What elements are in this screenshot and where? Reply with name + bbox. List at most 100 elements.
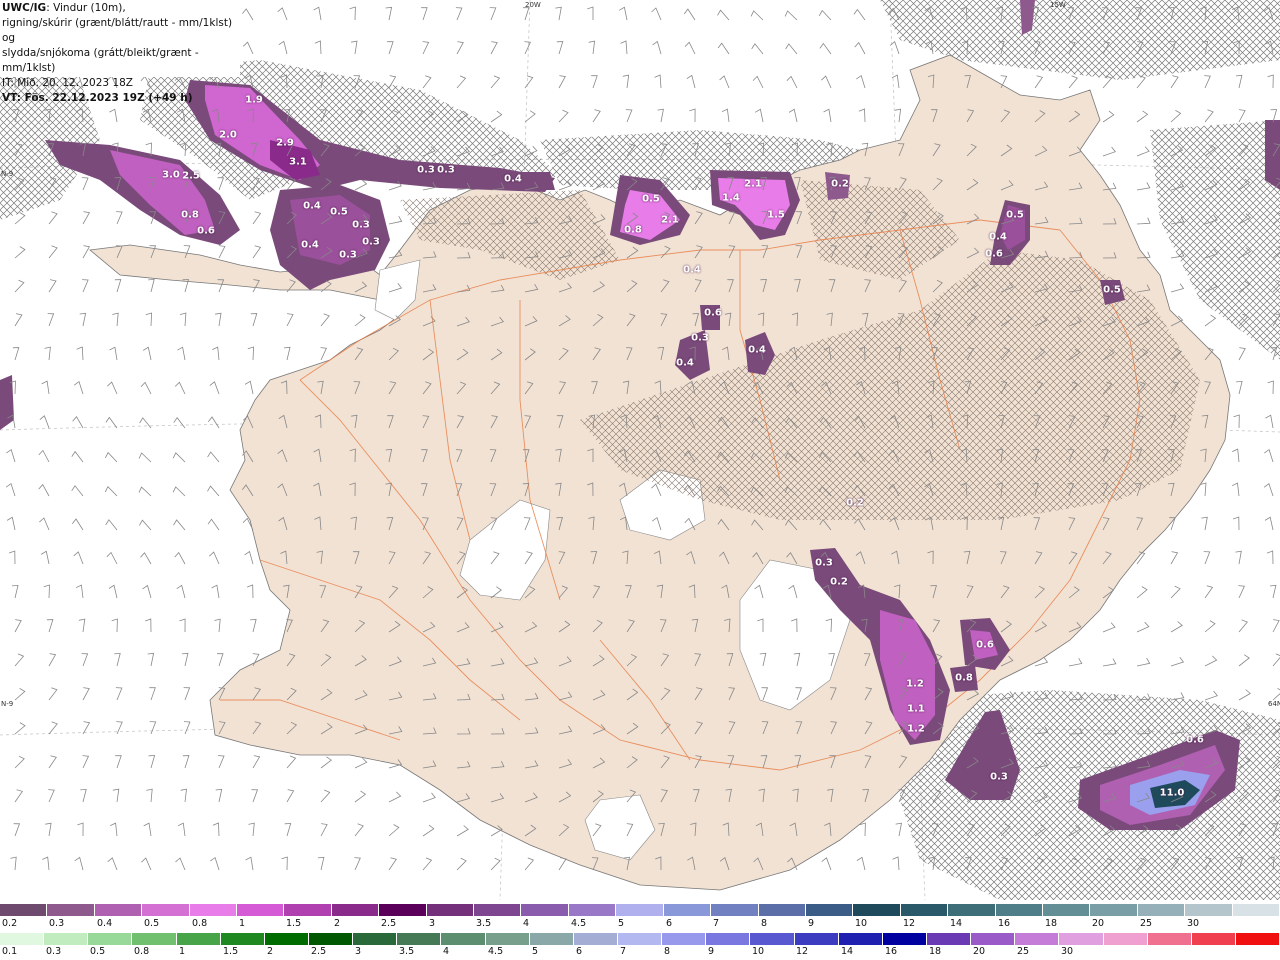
edge-label-left-2: N-9	[1, 700, 14, 708]
wind-barb	[1136, 110, 1149, 123]
precip-value-label: 0.4	[683, 264, 701, 276]
wind-barb	[456, 41, 464, 55]
edge-label-left-1: N-9	[1, 170, 14, 178]
wind-barb	[284, 823, 292, 837]
colorbar-tick-label: 10	[752, 946, 765, 957]
wind-barb	[39, 415, 50, 429]
wind-barb	[180, 788, 187, 803]
wind-barb	[75, 584, 84, 599]
wind-barb	[107, 857, 118, 871]
colorbar-swatch	[0, 933, 45, 945]
colorbar-swatch	[1103, 933, 1148, 945]
colorbar-tick-label: 25	[1017, 946, 1030, 957]
wind-barb	[1201, 516, 1208, 531]
wind-barb	[750, 10, 764, 21]
colorbar-swatch	[882, 933, 927, 945]
precip-value-label: 1.9	[245, 94, 263, 106]
precip-value-label: 0.5	[642, 193, 660, 205]
precip-value-label: 0.6	[704, 307, 722, 319]
colorbar-swatch	[0, 904, 48, 916]
precip-value-label: 0.5	[1006, 209, 1024, 221]
precip-value-label: 0.3	[417, 164, 435, 176]
wind-barb	[252, 211, 262, 225]
wind-barb	[148, 278, 155, 293]
wind-barb	[387, 41, 394, 55]
colorbar-tick-label: 3.5	[476, 918, 492, 929]
wind-barb	[207, 416, 220, 429]
wind-barb	[109, 346, 118, 361]
wind-barb	[76, 346, 84, 361]
precip-value-label: 0.4	[504, 173, 522, 185]
wind-barb	[252, 245, 262, 259]
precip-value-label: 1.2	[906, 678, 924, 690]
colorbar-tick-label: 7	[620, 946, 627, 957]
colorbar-tick-label: 5	[532, 946, 539, 957]
wind-barb	[45, 822, 52, 837]
precip-value-label: 0.8	[624, 224, 642, 236]
wind-barb	[48, 789, 55, 803]
colorbar-swatch	[573, 933, 618, 945]
wind-barb	[351, 40, 358, 55]
wind-barb	[173, 417, 186, 429]
wind-barb	[181, 652, 189, 667]
colorbar-swatch	[353, 933, 398, 945]
colorbar-tick-label: 2	[334, 918, 341, 929]
wind-barb	[13, 823, 21, 837]
model-name: UWC/IG	[2, 2, 47, 14]
colorbar-swatch	[1235, 933, 1280, 945]
precip-value-label: 0.6	[197, 225, 215, 237]
wind-barb	[112, 312, 119, 327]
colorbar-swatch	[1232, 904, 1280, 916]
colorbar-tick-label: 1.5	[223, 946, 239, 957]
wind-barb	[785, 43, 798, 55]
precip-value-label: 0.4	[748, 344, 766, 356]
edge-label-20w: 20W	[525, 1, 541, 9]
precip-value-label: 0.3	[437, 164, 455, 176]
wind-barb	[755, 108, 764, 123]
wind-barb	[1102, 622, 1116, 633]
colorbar-tick-label: 0.5	[90, 946, 106, 957]
wind-barb	[320, 756, 332, 769]
wind-barb	[556, 41, 564, 55]
colorbar-tick-label: 6	[666, 918, 673, 929]
colorbar-tick-label: 25	[1140, 918, 1153, 929]
wind-barb	[320, 313, 330, 327]
wind-barb	[14, 722, 26, 735]
wind-barb	[349, 6, 356, 21]
colorbar-tick-label: 14	[950, 918, 963, 929]
precip-value-label: 0.3	[352, 219, 370, 231]
wind-barb	[108, 584, 118, 599]
wind-barb	[524, 41, 531, 55]
wind-barb	[622, 74, 630, 89]
wind-barb	[207, 451, 220, 463]
colorbar-tick-label: 9	[808, 918, 815, 929]
wind-barb	[6, 516, 16, 531]
wind-barb	[283, 346, 291, 361]
wind-barb	[14, 789, 24, 803]
precip-value-label: 1.1	[907, 703, 925, 715]
wind-barb	[44, 346, 51, 361]
wind-barb	[1231, 482, 1240, 497]
colorbar-swatch	[189, 904, 238, 916]
wind-barb	[821, 75, 832, 89]
colorbar-tick-label: 12	[903, 918, 916, 929]
wind-barb	[173, 519, 186, 531]
colorbar-swatch	[397, 933, 442, 945]
wind-barb	[112, 788, 120, 803]
wind-barb	[1170, 110, 1182, 123]
colorbar-tick-label: 30	[1187, 918, 1200, 929]
wind-barb	[71, 450, 84, 463]
precip-value-label: 2.1	[661, 214, 679, 226]
colorbar-tick-label: 3.5	[399, 946, 415, 957]
wind-barb	[14, 653, 25, 667]
wind-barb	[46, 619, 54, 633]
wind-barb	[683, 8, 696, 21]
precip-value-label: 0.2	[831, 178, 849, 190]
wind-barb	[1269, 584, 1277, 599]
wind-barb	[717, 42, 730, 55]
colorbar-snow-ticks: 0.2 0.3 0.4 0.5 0.8 1 1.5 2 2.5 3 3.5 4 4.5 5 6 7 8 9 10 12…	[0, 918, 1280, 930]
precip-value-label: 0.4	[301, 239, 319, 251]
wind-barb	[183, 721, 191, 735]
wind-barb	[73, 551, 84, 565]
wind-barb	[1170, 621, 1183, 633]
